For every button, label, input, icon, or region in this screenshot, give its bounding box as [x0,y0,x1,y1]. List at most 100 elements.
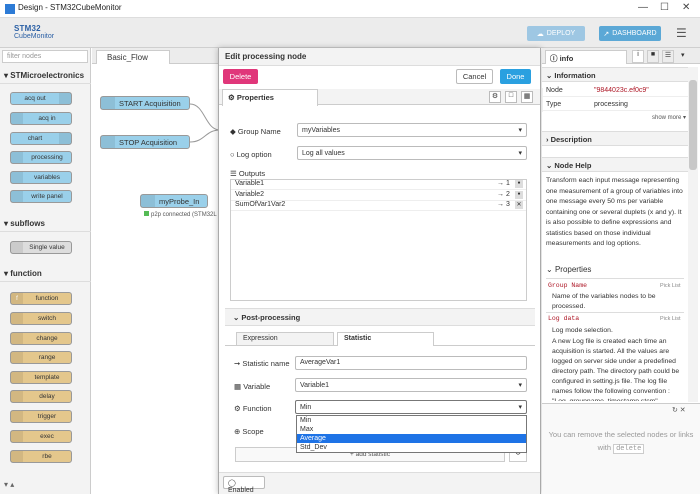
chevron-right-icon: › [546,135,549,144]
function-label: ⚙ Function [234,404,272,413]
cancel-button[interactable]: Cancel [456,69,493,84]
description-header[interactable]: › Description [542,131,688,146]
output-row[interactable]: Variable1 → 1 ● [231,180,526,190]
info-value: "9844023c.ef0c9" [594,87,649,94]
category-subflows[interactable]: ▾ subflows [0,216,91,232]
output-row[interactable]: SumOfVar1Var2 → 3 ✕ [231,201,526,211]
description-icon[interactable]: □ [505,91,517,103]
remove-icon[interactable]: ● [515,191,523,199]
node-icon [11,113,23,124]
divider [546,278,684,279]
node-settings-icon[interactable]: ⚙ [489,91,501,103]
tab-properties[interactable]: ⚙ Properties [222,89,318,106]
function-dropdown: Min Max Average Std_Dev [296,415,527,453]
book-icon[interactable]: ■ [647,50,659,63]
node-label: rbe [42,453,52,460]
dropdown-option[interactable]: Max [297,425,526,434]
post-processing-header[interactable]: ⌄ Post-processing [225,308,535,326]
node-label: chart [27,135,43,142]
variable-select[interactable]: Variable1 ▾ [295,378,527,392]
category-label: function [10,269,42,278]
done-button[interactable]: Done [500,69,531,84]
node-icon [11,172,23,183]
group-name-value: myVariables [302,126,340,134]
refresh-icon[interactable]: ↻ ✕ [672,406,686,414]
palette-node-exec[interactable]: exec [10,430,72,443]
chevron-down-icon: ⌄ [546,71,553,80]
scrollbar-thumb[interactable] [689,80,697,170]
maximize-icon[interactable]: ☐ [660,2,669,13]
flow-node-start-acquisition[interactable]: START Acquisition [100,96,190,110]
appearance-icon[interactable]: ▦ [521,91,533,103]
function-icon: f [11,293,23,304]
statistic-name-input[interactable]: AverageVar1 [295,356,527,370]
tab-info[interactable]: ⓘ info [545,50,627,64]
palette-node-template[interactable]: template [10,371,72,384]
node-label: acq out [24,95,46,102]
dropdown-option[interactable]: Min [297,416,526,425]
prop-desc: Log mode selection. [552,327,613,334]
node-help-header[interactable]: ⌄ Node Help [542,157,688,172]
output-row[interactable]: Variable2 → 2 ● [231,191,526,201]
clock-icon [11,391,23,402]
dropdown-option-selected[interactable]: Average [297,434,526,443]
dropdown-option[interactable]: Std_Dev [297,443,526,452]
tab-basic-flow[interactable]: Basic_Flow [96,50,170,64]
palette-node-delay[interactable]: delay [10,390,72,403]
log-option-select[interactable]: Log all values ▾ [297,146,527,160]
dashboard-button[interactable]: ↗ DASHBOARD [599,26,661,41]
palette-node-chart[interactable]: chart [10,132,72,145]
palette-node-change[interactable]: change [10,332,72,345]
info-key: Type [546,101,562,108]
flow-node-myprobe-in[interactable]: myProbe_In [140,194,208,208]
palette-node-acq-in[interactable]: acq in [10,112,72,125]
palette-node-range[interactable]: range [10,351,72,364]
menu-icon[interactable]: ☰ [676,26,687,40]
list-icon[interactable]: ☰ [662,50,674,63]
palette-node-switch[interactable]: switch [10,312,72,325]
show-more-link[interactable]: show more ▾ [652,114,686,121]
info-row: Node "9844023c.ef0c9" [542,84,688,97]
done-label: Done [506,72,525,81]
node-label: template [34,374,60,381]
tab-statistic[interactable]: Statistic [337,332,434,346]
info-icon[interactable]: i [632,50,644,63]
chevron-down-icon: ⌄ [233,313,240,322]
chevron-down-icon[interactable]: ▾ [681,51,685,59]
deploy-icon: ☁ [536,30,544,38]
category-stmicroelectronics[interactable]: ▾ STMicroelectronics [0,68,91,84]
minimize-icon[interactable]: — [638,2,648,13]
hint-text: You can remove the selected nodes or lin… [548,428,694,456]
option-label: Average [300,435,326,442]
delete-button[interactable]: Delete [223,69,258,84]
palette-node-single-value[interactable]: Single value [10,241,72,254]
palette-node-function[interactable]: f function [10,292,72,305]
group-name-select[interactable]: myVariables ▾ [297,123,527,137]
palette-node-variables[interactable]: variables [10,171,72,184]
cancel-label: Cancel [462,72,487,81]
palette-node-processing[interactable]: processing [10,151,72,164]
remove-icon[interactable]: ✕ [515,201,523,209]
enabled-label: Enabled [228,487,254,494]
category-function[interactable]: ▾ function [0,266,91,282]
palette-collapse-icon[interactable]: ▾ ▴ [4,480,14,489]
palette-node-write-panel[interactable]: write panel [10,190,72,203]
node-icon [11,242,23,253]
palette-node-acq-out[interactable]: acq out [10,92,72,105]
flow-node-stop-acquisition[interactable]: STOP Acquisition [100,135,190,149]
function-select[interactable]: Min ▾ [295,400,527,414]
information-header[interactable]: ⌄ Information [542,67,688,82]
filter-nodes-input[interactable]: filter nodes [2,50,88,63]
deploy-button[interactable]: ☁ DEPLOY [527,26,585,41]
list-icon: ☰ [230,169,237,178]
palette-node-trigger[interactable]: trigger [10,410,72,423]
remove-icon[interactable]: ● [515,180,523,188]
tab-expression[interactable]: Expression [236,332,334,346]
close-icon[interactable]: ✕ [682,2,690,13]
enabled-toggle[interactable]: ◯ Enabled [223,476,265,494]
prop-tag: Pick List [660,283,681,289]
variable-label: ▦ Variable [234,382,270,391]
prop-name: Log data [548,315,580,322]
palette-node-rbe[interactable]: rbe [10,450,72,463]
external-link-icon: ↗ [603,30,610,38]
